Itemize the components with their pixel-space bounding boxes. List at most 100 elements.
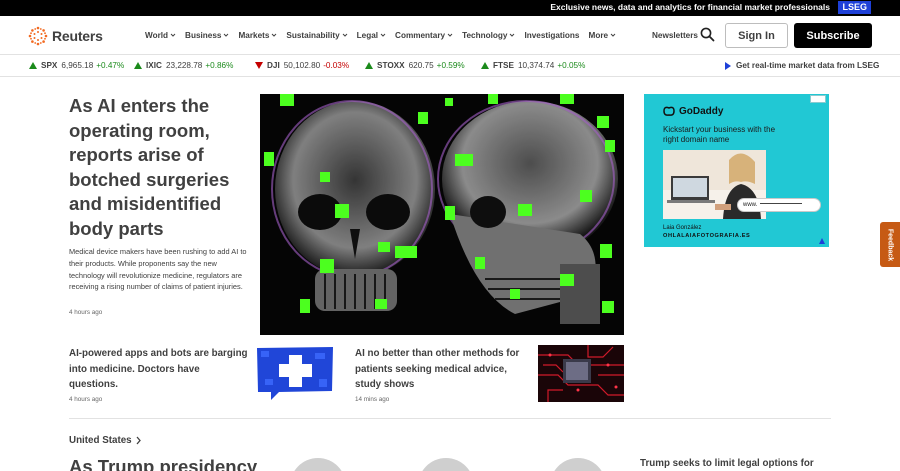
- ticker-item-ixic[interactable]: IXIC 23,228.78 +0.86%: [134, 61, 233, 70]
- portrait-thumbnail[interactable]: [290, 458, 346, 471]
- ad-info-icon[interactable]: [810, 95, 826, 103]
- godaddy-logo-icon: [663, 106, 675, 116]
- logo-wordmark: Reuters: [52, 28, 103, 44]
- nav-item-legal[interactable]: Legal: [357, 31, 386, 40]
- section-title-label: United States: [69, 435, 132, 446]
- reuters-logo-icon: [28, 26, 48, 46]
- subscribe-button[interactable]: Subscribe: [794, 23, 872, 48]
- up-arrow-icon: [365, 62, 373, 69]
- nav-item-label: Legal: [356, 31, 379, 40]
- chevron-down-icon: [224, 33, 229, 37]
- up-arrow-icon: [29, 62, 37, 69]
- nav-item-label: Technology: [462, 31, 508, 40]
- ad-url-prefix: www.: [743, 202, 758, 208]
- ticker-change: +0.59%: [436, 61, 465, 70]
- search-icon[interactable]: [700, 27, 715, 42]
- ad-tagline: Kickstart your business with the right d…: [663, 125, 776, 144]
- secondary-story-headline[interactable]: AI no better than other methods for pati…: [355, 346, 530, 393]
- ticker-value: 23,228.78: [165, 61, 203, 70]
- portrait-thumbnail[interactable]: [550, 458, 606, 471]
- promo-text[interactable]: Exclusive news, data and analytics for f…: [550, 2, 830, 12]
- lead-summary: Medical device makers have been rushing …: [69, 247, 247, 292]
- nav-item-technology[interactable]: Technology: [462, 31, 515, 40]
- secondary-story-headline[interactable]: AI-powered apps and bots are barging int…: [69, 346, 249, 393]
- adchoices-icon[interactable]: [818, 237, 826, 245]
- portrait-thumbnail[interactable]: [418, 458, 474, 471]
- top-promo-bar: Exclusive news, data and analytics for f…: [0, 0, 900, 16]
- ticker-change: +0.05%: [557, 61, 586, 70]
- up-arrow-icon: [481, 62, 489, 69]
- nav-item-label: More: [588, 31, 609, 40]
- lseg-link-label: Get real-time market data from LSEG: [736, 61, 880, 70]
- secondary-story-timestamp: 4 hours ago: [69, 396, 103, 403]
- section-title-united-states[interactable]: United States: [69, 435, 142, 446]
- nav-item-label: Business: [185, 31, 222, 40]
- nav-item-business[interactable]: Business: [185, 31, 229, 40]
- ticker-symbol: IXIC: [146, 61, 162, 70]
- ad-photo-credit-site: OHLALAIAFOTOGRAFIA.ES: [663, 233, 751, 239]
- lseg-badge[interactable]: LSEG: [838, 1, 871, 14]
- ticker-item-spx[interactable]: SPX 6,965.18 +0.47%: [29, 61, 124, 70]
- lead-timestamp: 4 hours ago: [69, 309, 103, 316]
- nav-item-label: World: [145, 31, 169, 40]
- section-divider: [69, 418, 831, 419]
- ticker-change: +0.47%: [96, 61, 125, 70]
- ticker-value: 10,374.74: [517, 61, 555, 70]
- ticker-symbol: DJI: [267, 61, 280, 70]
- skull-xray-illustration: [260, 94, 624, 335]
- reuters-logo[interactable]: Reuters: [28, 26, 103, 46]
- nav-menu: World Business Markets Sustainability Le…: [145, 31, 625, 40]
- ad-photo-credit-name: Laia González: [663, 225, 702, 231]
- chevron-down-icon: [272, 33, 277, 37]
- main-nav: Reuters World Business Markets Sustainab…: [0, 16, 900, 55]
- newsletters-link[interactable]: Newsletters: [652, 31, 698, 40]
- medical-cross-image: [255, 345, 335, 400]
- ticker-symbol: FTSE: [493, 61, 514, 70]
- ticker-value: 50,102.80: [283, 61, 321, 70]
- nav-item-markets[interactable]: Markets: [238, 31, 277, 40]
- nav-item-more[interactable]: More: [589, 31, 617, 40]
- lead-image-skull-xray[interactable]: [260, 94, 624, 335]
- us-side-headline[interactable]: Trump seeks to limit legal options for: [640, 458, 814, 469]
- chevron-down-icon: [610, 33, 616, 37]
- down-arrow-icon: [255, 62, 263, 69]
- nav-item-sustainability[interactable]: Sustainability: [286, 31, 347, 40]
- nav-item-commentary[interactable]: Commentary: [395, 31, 453, 40]
- godaddy-brand: GoDaddy: [662, 105, 723, 117]
- chevron-down-icon: [510, 33, 515, 37]
- chevron-down-icon: [342, 33, 347, 37]
- secondary-story-timestamp: 14 mins ago: [355, 396, 390, 403]
- ticker-item-dji[interactable]: DJI 50,102.80 -0.03%: [255, 61, 349, 70]
- play-icon: [725, 61, 731, 70]
- nav-item-world[interactable]: World: [145, 31, 176, 40]
- ticker-item-ftse[interactable]: FTSE 10,374.74 +0.05%: [481, 61, 585, 70]
- ticker-value: 6,965.18: [61, 61, 94, 70]
- nav-item-label: Investigations: [524, 31, 580, 40]
- nav-item-label: Commentary: [395, 31, 446, 40]
- medical-cross-thumbnail[interactable]: [255, 345, 335, 400]
- nav-item-investigations[interactable]: Investigations: [524, 31, 579, 40]
- lead-headline[interactable]: As AI enters the operating room, reports…: [69, 94, 254, 242]
- nav-item-label: Sustainability: [286, 31, 340, 40]
- up-arrow-icon: [134, 62, 142, 69]
- us-lead-headline[interactable]: As Trump presidency: [69, 456, 257, 471]
- ticker-symbol: STOXX: [377, 61, 405, 70]
- sign-in-button[interactable]: Sign In: [725, 23, 788, 48]
- chevron-down-icon: [380, 33, 386, 37]
- chevron-down-icon: [170, 33, 176, 37]
- lseg-market-data-link[interactable]: Get real-time market data from LSEG: [725, 61, 879, 70]
- feedback-tab[interactable]: Feedback: [880, 222, 900, 267]
- circuit-board-image: [538, 345, 624, 402]
- circuit-thumbnail[interactable]: [538, 345, 624, 402]
- ticker-change: -0.03%: [323, 61, 350, 70]
- feedback-label: Feedback: [886, 228, 894, 261]
- market-ticker: SPX 6,965.18 +0.47% IXIC 23,228.78 +0.86…: [0, 56, 900, 77]
- ticker-value: 620.75: [408, 61, 434, 70]
- ticker-change: +0.86%: [205, 61, 234, 70]
- ticker-item-stoxx[interactable]: STOXX 620.75 +0.59%: [365, 61, 465, 70]
- chevron-right-icon: [136, 436, 141, 445]
- advertisement-godaddy[interactable]: GoDaddy Kickstart your business with the…: [644, 94, 829, 247]
- godaddy-brand-name: GoDaddy: [679, 105, 724, 117]
- chevron-down-icon: [447, 33, 453, 37]
- nav-item-label: Markets: [238, 31, 270, 40]
